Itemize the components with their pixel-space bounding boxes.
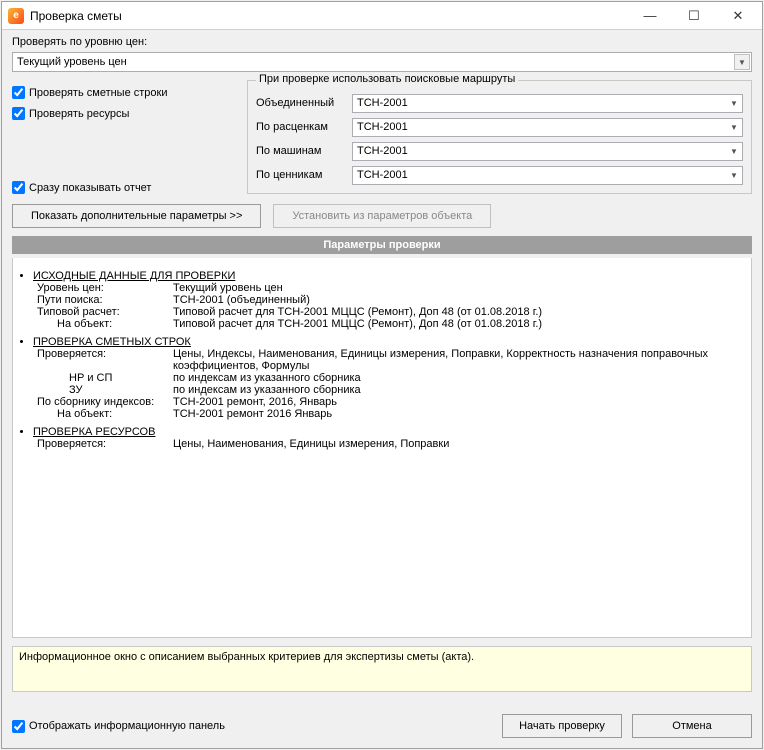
cancel-button[interactable]: Отмена — [632, 714, 752, 738]
check-resources[interactable]: Проверять ресурсы — [12, 107, 237, 120]
price-level-combo[interactable]: Текущий уровень цен ▼ — [12, 52, 752, 72]
kv-key: Типовой расчет: — [33, 306, 173, 318]
route-combo-combined[interactable]: ТСН-2001 ▼ — [352, 94, 743, 113]
kv-val: Типовой расчет для ТСН-2001 МЦЦС (Ремонт… — [173, 306, 542, 318]
kv-key: Проверяется: — [33, 438, 173, 450]
footer: Отображать информационную панель Начать … — [2, 708, 762, 748]
check-show-report-label: Сразу показывать отчет — [29, 182, 151, 194]
show-additional-params-button[interactable]: Показать дополнительные параметры >> — [12, 204, 261, 228]
kv-val: ТСН-2001 ремонт, 2016, Январь — [173, 396, 337, 408]
chevron-down-icon: ▼ — [726, 167, 742, 184]
check-show-report-box[interactable] — [12, 181, 25, 194]
kv-val: Цены, Индексы, Наименования, Единицы изм… — [173, 348, 745, 372]
left-options: Проверять сметные строки Проверять ресур… — [12, 80, 237, 194]
routes-group: При проверке использовать поисковые марш… — [247, 80, 752, 194]
kv-val: по индексам из указанного сборника — [173, 372, 361, 384]
titlebar: e Проверка сметы — ☐ ✕ — [2, 2, 762, 30]
chevron-down-icon: ▼ — [734, 54, 750, 70]
section-title: ИСХОДНЫЕ ДАННЫЕ ДЛЯ ПРОВЕРКИ — [33, 270, 235, 282]
route-value: ТСН-2001 — [357, 121, 408, 133]
kv-key: По сборнику индексов: — [33, 396, 173, 408]
check-show-info-panel-box[interactable] — [12, 720, 25, 733]
route-label: По ценникам — [256, 169, 346, 181]
dialog-window: e Проверка сметы — ☐ ✕ Проверять по уров… — [1, 1, 763, 749]
route-row-rates: По расценкам ТСН-2001 ▼ — [256, 115, 743, 139]
route-row-prices: По ценникам ТСН-2001 ▼ — [256, 163, 743, 187]
section-lines: ПРОВЕРКА СМЕТНЫХ СТРОК Проверяется:Цены,… — [33, 336, 745, 420]
route-value: ТСН-2001 — [357, 169, 408, 181]
kv-val: Текущий уровень цен — [173, 282, 283, 294]
route-label: По расценкам — [256, 121, 346, 133]
section-source: ИСХОДНЫЕ ДАННЫЕ ДЛЯ ПРОВЕРКИ Уровень цен… — [33, 270, 745, 330]
set-from-object-button: Установить из параметров объекта — [273, 204, 491, 228]
section-title: ПРОВЕРКА РЕСУРСОВ — [33, 426, 155, 438]
price-level-label: Проверять по уровню цен: — [12, 36, 752, 48]
params-body: ИСХОДНЫЕ ДАННЫЕ ДЛЯ ПРОВЕРКИ Уровень цен… — [12, 258, 752, 638]
params-header: Параметры проверки — [12, 236, 752, 254]
info-text: Информационное окно с описанием выбранны… — [19, 651, 474, 663]
route-row-machines: По машинам ТСН-2001 ▼ — [256, 139, 743, 163]
route-row-combined: Объединенный ТСН-2001 ▼ — [256, 91, 743, 115]
close-button[interactable]: ✕ — [716, 3, 760, 29]
route-label: Объединенный — [256, 97, 346, 109]
kv-key: Пути поиска: — [33, 294, 173, 306]
check-estimate-lines-label: Проверять сметные строки — [29, 87, 168, 99]
content-area: Проверять по уровню цен: Текущий уровень… — [2, 30, 762, 708]
window-title: Проверка сметы — [30, 9, 628, 23]
button-row: Показать дополнительные параметры >> Уст… — [12, 204, 752, 228]
kv-key: ЗУ — [33, 384, 173, 396]
kv-key: На объект: — [33, 408, 173, 420]
kv-val: ТСН-2001 (объединенный) — [173, 294, 310, 306]
route-combo-rates[interactable]: ТСН-2001 ▼ — [352, 118, 743, 137]
maximize-button[interactable]: ☐ — [672, 3, 716, 29]
route-label: По машинам — [256, 145, 346, 157]
check-resources-box[interactable] — [12, 107, 25, 120]
start-check-button[interactable]: Начать проверку — [502, 714, 622, 738]
kv-val: Типовой расчет для ТСН-2001 МЦЦС (Ремонт… — [173, 318, 542, 330]
route-combo-prices[interactable]: ТСН-2001 ▼ — [352, 166, 743, 185]
section-title: ПРОВЕРКА СМЕТНЫХ СТРОК — [33, 336, 191, 348]
options-area: Проверять сметные строки Проверять ресур… — [12, 80, 752, 194]
check-show-info-panel-label: Отображать информационную панель — [29, 720, 225, 732]
kv-key: Уровень цен: — [33, 282, 173, 294]
kv-val: ТСН-2001 ремонт 2016 Январь — [173, 408, 332, 420]
chevron-down-icon: ▼ — [726, 143, 742, 160]
check-estimate-lines[interactable]: Проверять сметные строки — [12, 86, 237, 99]
kv-key: Проверяется: — [33, 348, 173, 372]
app-icon: e — [8, 8, 24, 24]
check-estimate-lines-box[interactable] — [12, 86, 25, 99]
route-combo-machines[interactable]: ТСН-2001 ▼ — [352, 142, 743, 161]
chevron-down-icon: ▼ — [726, 95, 742, 112]
info-panel: Информационное окно с описанием выбранны… — [12, 646, 752, 692]
section-resources: ПРОВЕРКА РЕСУРСОВ Проверяется:Цены, Наим… — [33, 426, 745, 450]
route-value: ТСН-2001 — [357, 145, 408, 157]
check-resources-label: Проверять ресурсы — [29, 108, 129, 120]
kv-val: по индексам из указанного сборника — [173, 384, 361, 396]
price-level-value: Текущий уровень цен — [17, 56, 127, 68]
check-show-report[interactable]: Сразу показывать отчет — [12, 181, 237, 194]
minimize-button[interactable]: — — [628, 3, 672, 29]
kv-val: Цены, Наименования, Единицы измерения, П… — [173, 438, 449, 450]
route-value: ТСН-2001 — [357, 97, 408, 109]
chevron-down-icon: ▼ — [726, 119, 742, 136]
check-show-info-panel[interactable]: Отображать информационную панель — [12, 720, 225, 733]
kv-key: На объект: — [33, 318, 173, 330]
kv-key: НР и СП — [33, 372, 173, 384]
routes-group-label: При проверке использовать поисковые марш… — [256, 73, 518, 85]
